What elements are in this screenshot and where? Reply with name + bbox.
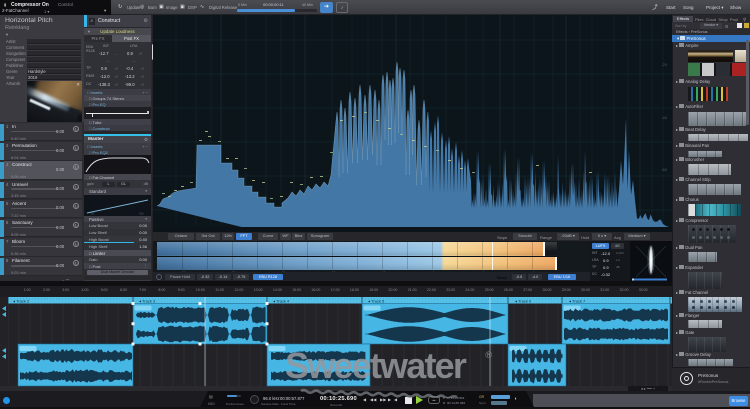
svg-text:◂ Track 5: ◂ Track 5 [368, 298, 385, 303]
svg-text:◂ Track 2: ◂ Track 2 [13, 298, 30, 303]
svg-text:◂ Track 4: ◂ Track 4 [273, 298, 290, 303]
svg-text:◂ Track 6: ◂ Track 6 [515, 298, 532, 303]
svg-text:◂ Track 3: ◂ Track 3 [139, 298, 156, 303]
svg-text:◂ Track 7: ◂ Track 7 [569, 298, 586, 303]
